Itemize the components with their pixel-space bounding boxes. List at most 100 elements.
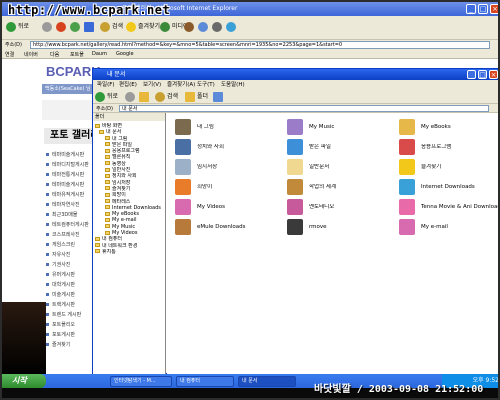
folder-icon [95,123,100,128]
menu-help[interactable]: 도움말(H) [221,80,245,90]
side-menu-item[interactable]: 테트컴퓨터게시판 [46,220,92,230]
tree-item-label: 멜론뮤직 [112,154,131,161]
menu-view[interactable]: 보기(V) [143,80,161,90]
folder-item-label: My eBooks [421,124,451,130]
tree-item[interactable]: 휴지통 [95,249,165,255]
folder-item[interactable]: 응용프로그램 [399,139,498,159]
side-menu-item[interactable]: 유머게시판 [46,270,92,280]
address-input[interactable]: http://www.bcpark.net/gallery/read.html?… [30,41,490,49]
forward-button[interactable] [42,20,54,34]
explorer-forward-button[interactable] [125,90,137,104]
explorer-search-button[interactable]: 검색 [155,90,178,104]
folder-item[interactable]: My Videos [175,199,285,219]
start-button[interactable]: 시작 [2,374,46,388]
address-bar: 주소(D) http://www.bcpark.net/gallery/read… [2,40,498,50]
side-menu-item[interactable]: 포트폴리오 [46,320,92,330]
print-button[interactable] [212,20,224,34]
side-menu-item[interactable]: 코스프레사진 [46,230,92,240]
side-menu-item[interactable]: 포토게시판 [46,330,92,340]
folder-item[interactable]: 희망이 [175,179,285,199]
ie-toolbar: 뒤로 검색 즐겨찾기 미디어 [2,16,498,40]
folder-icon [99,129,104,134]
link-item[interactable]: 네이버 [24,51,38,58]
folders-button[interactable]: 폴더 [185,90,208,104]
folder-item[interactable]: 학업의 세계 [287,179,397,199]
close-button[interactable]: × [490,4,498,14]
folder-item-label: Internet Downloads [421,184,475,190]
folder-item-label: 학업의 세계 [309,184,337,190]
side-menu-item[interactable]: 테마전통게시판 [46,170,92,180]
side-menu-item[interactable]: 테마미술게시판 [46,180,92,190]
stop-button[interactable] [56,20,68,34]
side-menu-item[interactable]: 미술게시판 [46,290,92,300]
link-item[interactable]: 포트폴 [70,51,84,58]
tree-item-label: 받은 파일 [112,141,132,148]
side-menu-item[interactable]: 테마디지털게시판 [46,160,92,170]
link-item[interactable]: 다음 [50,51,59,58]
task-my-computer[interactable]: 내 컴퓨터 [176,376,234,387]
side-menu-item[interactable]: 즐겨찾기 [46,340,92,350]
side-menu-item[interactable]: 기권사진 [46,260,92,270]
folder-icon [105,167,110,172]
mail-button[interactable] [198,20,210,34]
address-label: 주소(D) [5,42,22,48]
explorer-maximize-button[interactable]: □ [478,70,487,79]
side-menu-item[interactable]: 테마자연사진 [46,200,92,210]
explorer-back-button[interactable]: 뒤로 [95,90,118,104]
folder-item[interactable]: Internet Downloads [399,179,498,199]
side-menu-item[interactable]: 테마미술게시판 [46,150,92,160]
side-menu-item[interactable]: 게임스크린 [46,240,92,250]
link-item[interactable]: Daum [92,51,107,57]
folder-icon [399,219,415,235]
folder-item[interactable]: 임시저장 [175,159,285,179]
side-menu-item[interactable]: 테마유적게시판 [46,190,92,200]
folder-item[interactable]: 정치와 사회 [175,139,285,159]
up-folder-button[interactable] [139,90,151,104]
folder-icon [105,205,110,210]
folder-item[interactable]: 즐겨찾기 [399,159,498,179]
menu-favorites[interactable]: 즐겨찾기(A) [167,80,195,90]
menu-file[interactable]: 파일(F) [97,80,115,90]
folder-item[interactable]: rmove [287,219,397,239]
side-menu-item[interactable]: 자유사진 [46,250,92,260]
explorer-toolbar: 뒤로 검색 폴더 [93,90,498,104]
folder-item[interactable]: 받은 파일 [287,139,397,159]
maximize-button[interactable]: □ [478,4,488,14]
folder-item-label: 받은 파일 [309,144,331,150]
tree-item-label: My Videos [112,230,138,237]
home-button[interactable] [84,20,96,34]
explorer-close-button[interactable]: × [489,70,498,79]
folder-icon [105,148,110,153]
folder-item[interactable]: 멘토테디오 [287,199,397,219]
menu-tools[interactable]: 도구(T) [197,80,215,90]
side-menu-item[interactable]: 대학게시판 [46,280,92,290]
folder-item[interactable]: My e-mail [399,219,498,239]
history-button[interactable] [184,20,196,34]
folder-item[interactable]: 일반문서 [287,159,397,179]
side-menu-item[interactable]: 트랙게시판 [46,300,92,310]
menu-edit[interactable]: 편집(E) [119,80,137,90]
explorer-minimize-button[interactable]: _ [467,70,476,79]
favorites-button[interactable]: 즐겨찾기 [126,20,160,34]
task-my-documents[interactable]: 내 문서 [238,376,296,387]
side-menu-item[interactable]: 최근3D매물 [46,210,92,220]
views-button[interactable] [213,90,225,104]
link-item[interactable]: Google [116,51,134,57]
folder-item[interactable]: My Music [287,119,397,139]
back-button[interactable]: 뒤로 [6,20,29,34]
folder-item[interactable]: 내 그림 [175,119,285,139]
folder-item[interactable]: eMule Downloads [175,219,285,239]
folder-icon [105,180,110,185]
folder-item-label: 정치와 사회 [197,144,225,150]
folder-item[interactable]: Tenna Movie & Ani Downloads [399,199,498,219]
edit-icon [226,21,236,32]
date-stamp: 바닷빛깔 / 2003-09-08 21:52:00 [314,384,484,395]
edit-button[interactable] [226,20,238,34]
explorer-address-input[interactable]: 내 문서 [119,105,489,112]
refresh-button[interactable] [70,20,82,34]
folder-item[interactable]: My eBooks [399,119,498,139]
minimize-button[interactable]: _ [466,4,476,14]
task-ie[interactable]: 인터넷탐색기 - M... [110,376,172,387]
side-menu-item[interactable]: 트렌드 게시판 [46,310,92,320]
search-button[interactable]: 검색 [100,20,123,34]
